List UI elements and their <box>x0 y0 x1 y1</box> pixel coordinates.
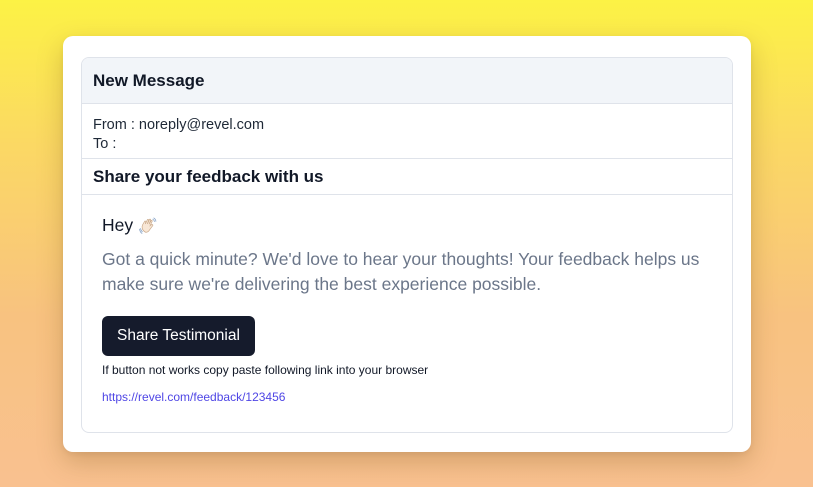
from-label: From : <box>93 117 139 133</box>
email-body: Hey Got a quick minute? We'd love to hea… <box>82 195 732 404</box>
email-window: New Message From : noreply@revel.com To … <box>81 57 733 433</box>
email-header: New Message <box>82 58 732 104</box>
window-title: New Message <box>93 70 205 90</box>
greeting: Hey <box>102 215 712 236</box>
from-row: From : noreply@revel.com <box>93 116 721 135</box>
feedback-link[interactable]: https://revel.com/feedback/123456 <box>102 390 712 404</box>
waving-hand-icon <box>139 217 157 235</box>
greeting-text: Hey <box>102 215 134 235</box>
fallback-hint: If button not works copy paste following… <box>102 363 429 377</box>
to-label: To : <box>93 136 117 152</box>
email-meta: From : noreply@revel.com To : <box>82 104 732 159</box>
email-preview-card: New Message From : noreply@revel.com To … <box>63 36 751 452</box>
to-row: To : <box>93 135 721 154</box>
email-subject: Share your feedback with us <box>82 159 732 195</box>
email-message: Got a quick minute? We'd love to hear yo… <box>102 249 700 294</box>
share-testimonial-button[interactable]: Share Testimonial <box>102 316 255 356</box>
from-value: noreply@revel.com <box>138 117 265 133</box>
